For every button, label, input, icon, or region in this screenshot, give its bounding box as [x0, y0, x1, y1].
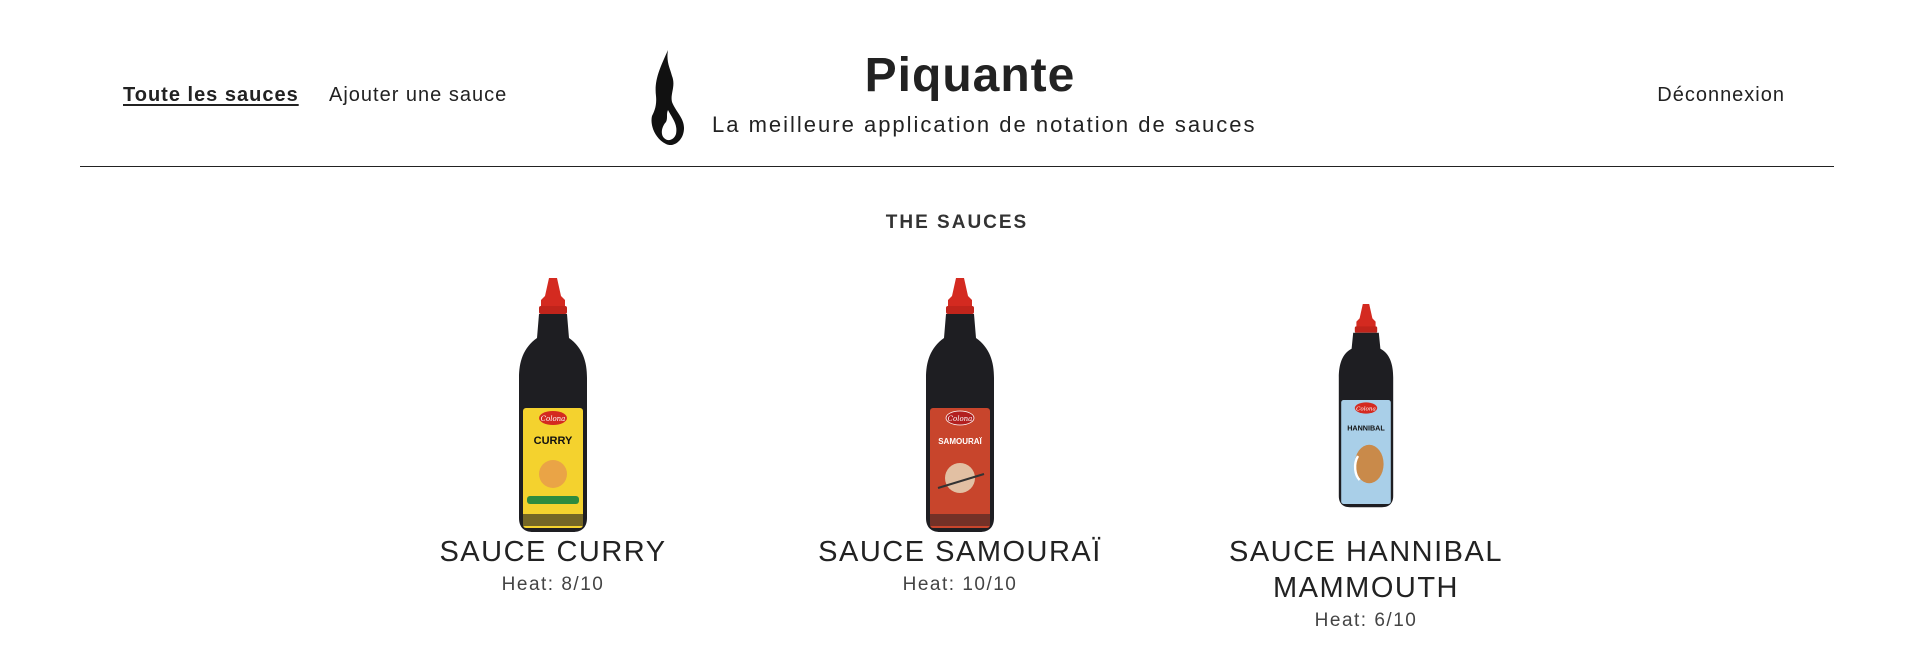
brand: Piquante La meilleure application de not… — [650, 48, 1290, 148]
sauce-card[interactable]: Colona CURRY SAUCE CURRY Heat: 8/10 — [383, 278, 723, 596]
svg-text:CURRY: CURRY — [534, 435, 573, 447]
sauce-name: SAUCE SAMOURAÏ — [818, 536, 1102, 568]
nav-all-sauces-link[interactable]: Toute les sauces — [123, 84, 299, 107]
sauce-name: SAUCE CURRY — [439, 536, 667, 568]
svg-text:Colona: Colona — [1356, 406, 1376, 412]
logout-link[interactable]: Déconnexion — [1657, 84, 1785, 107]
sauce-heat: Heat: 6/10 — [1314, 610, 1418, 631]
site-header: Toute les sauces Ajouter une sauce Piqua… — [0, 0, 1914, 166]
header-divider — [80, 166, 1834, 167]
section-title: THE SAUCES — [885, 212, 1029, 233]
sauce-card[interactable]: Colona SAMOURAÏ SAUCE SAMOURAÏ Heat: 10/… — [790, 278, 1130, 596]
sauce-heat: Heat: 8/10 — [501, 574, 605, 595]
svg-text:Colona: Colona — [541, 415, 566, 423]
svg-text:Colona: Colona — [948, 415, 973, 423]
sauce-bottle-image: Colona SAMOURAÏ — [926, 278, 994, 532]
sauce-card[interactable]: Colona HANNIBAL SAUCE HANNIBAL MAMMOUTH … — [1196, 278, 1536, 632]
app-title: Piquante — [864, 49, 1076, 102]
sauce-grid: Colona CURRY SAUCE CURRY Heat: 8/10 Colo… — [0, 270, 1914, 647]
sauce-bottle-image: Colona HANNIBAL — [1338, 304, 1394, 508]
svg-text:SAMOURAÏ: SAMOURAÏ — [938, 437, 982, 446]
nav-add-sauce-link[interactable]: Ajouter une sauce — [329, 84, 507, 107]
sauce-name: SAUCE HANNIBAL MAMMOUTH — [1228, 536, 1503, 604]
svg-text:HANNIBAL: HANNIBAL — [1347, 423, 1385, 432]
sauce-bottle-image: Colona CURRY — [519, 278, 587, 532]
app-subtitle: La meilleure application de notation de … — [712, 112, 1257, 137]
sauce-heat: Heat: 10/10 — [902, 574, 1018, 595]
